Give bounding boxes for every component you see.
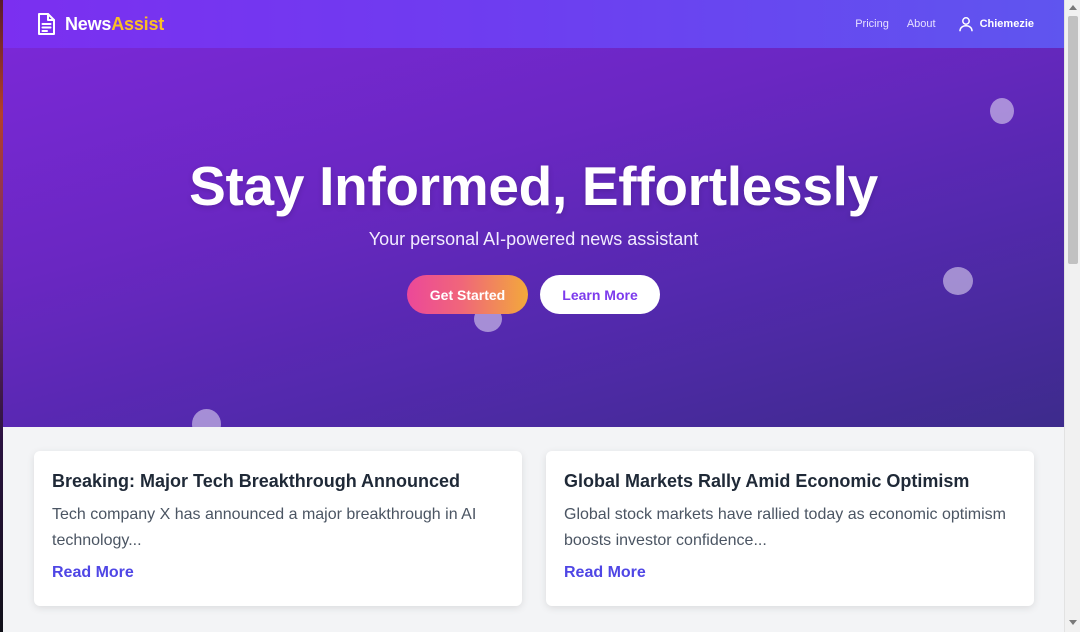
decorative-bubble	[990, 98, 1014, 124]
read-more-link[interactable]: Read More	[52, 564, 134, 582]
news-card-excerpt: Global stock markets have rallied today …	[564, 506, 1006, 549]
brand-name: News	[65, 13, 112, 34]
brand-name-accent: Assist	[111, 13, 165, 34]
news-card-title: Global Markets Rally Amid Economic Optim…	[564, 471, 970, 491]
news-card-list: Breaking: Major Tech Breakthrough Announ…	[34, 451, 1034, 606]
nav-link-about[interactable]: About	[907, 18, 936, 30]
user-menu[interactable]: Chiemezie	[958, 16, 1034, 32]
news-card: Breaking: Major Tech Breakthrough Announ…	[34, 451, 522, 606]
scrollbar-thumb[interactable]	[1068, 16, 1078, 264]
learn-more-button[interactable]: Learn More	[540, 275, 660, 314]
document-icon	[35, 12, 57, 36]
scroll-down-arrow-icon[interactable]	[1069, 620, 1077, 625]
brand-logo[interactable]: NewsAssist	[35, 12, 164, 36]
vertical-scrollbar[interactable]	[1064, 0, 1080, 632]
user-icon	[958, 16, 974, 32]
hero-actions: Get Started Learn More	[3, 275, 1064, 314]
page-viewport: NewsAssist Pricing About Chiemezie Stay …	[3, 0, 1064, 632]
read-more-link[interactable]: Read More	[564, 564, 646, 582]
nav-menu: Pricing About Chiemezie	[855, 16, 1034, 32]
user-name: Chiemezie	[979, 18, 1034, 30]
hero-section: Stay Informed, Effortlessly Your persona…	[3, 48, 1064, 427]
get-started-button[interactable]: Get Started	[407, 275, 528, 314]
hero-subtitle: Your personal AI-powered news assistant	[368, 229, 699, 249]
scroll-up-arrow-icon[interactable]	[1069, 5, 1077, 10]
news-card-title: Breaking: Major Tech Breakthrough Announ…	[52, 471, 461, 491]
decorative-bubble	[192, 409, 221, 427]
news-card: Global Markets Rally Amid Economic Optim…	[546, 451, 1034, 606]
hero-title: Stay Informed, Effortlessly	[189, 155, 878, 217]
news-card-excerpt: Tech company X has announced a major bre…	[52, 506, 477, 549]
navbar: NewsAssist Pricing About Chiemezie	[3, 0, 1064, 48]
nav-link-pricing[interactable]: Pricing	[855, 18, 889, 30]
